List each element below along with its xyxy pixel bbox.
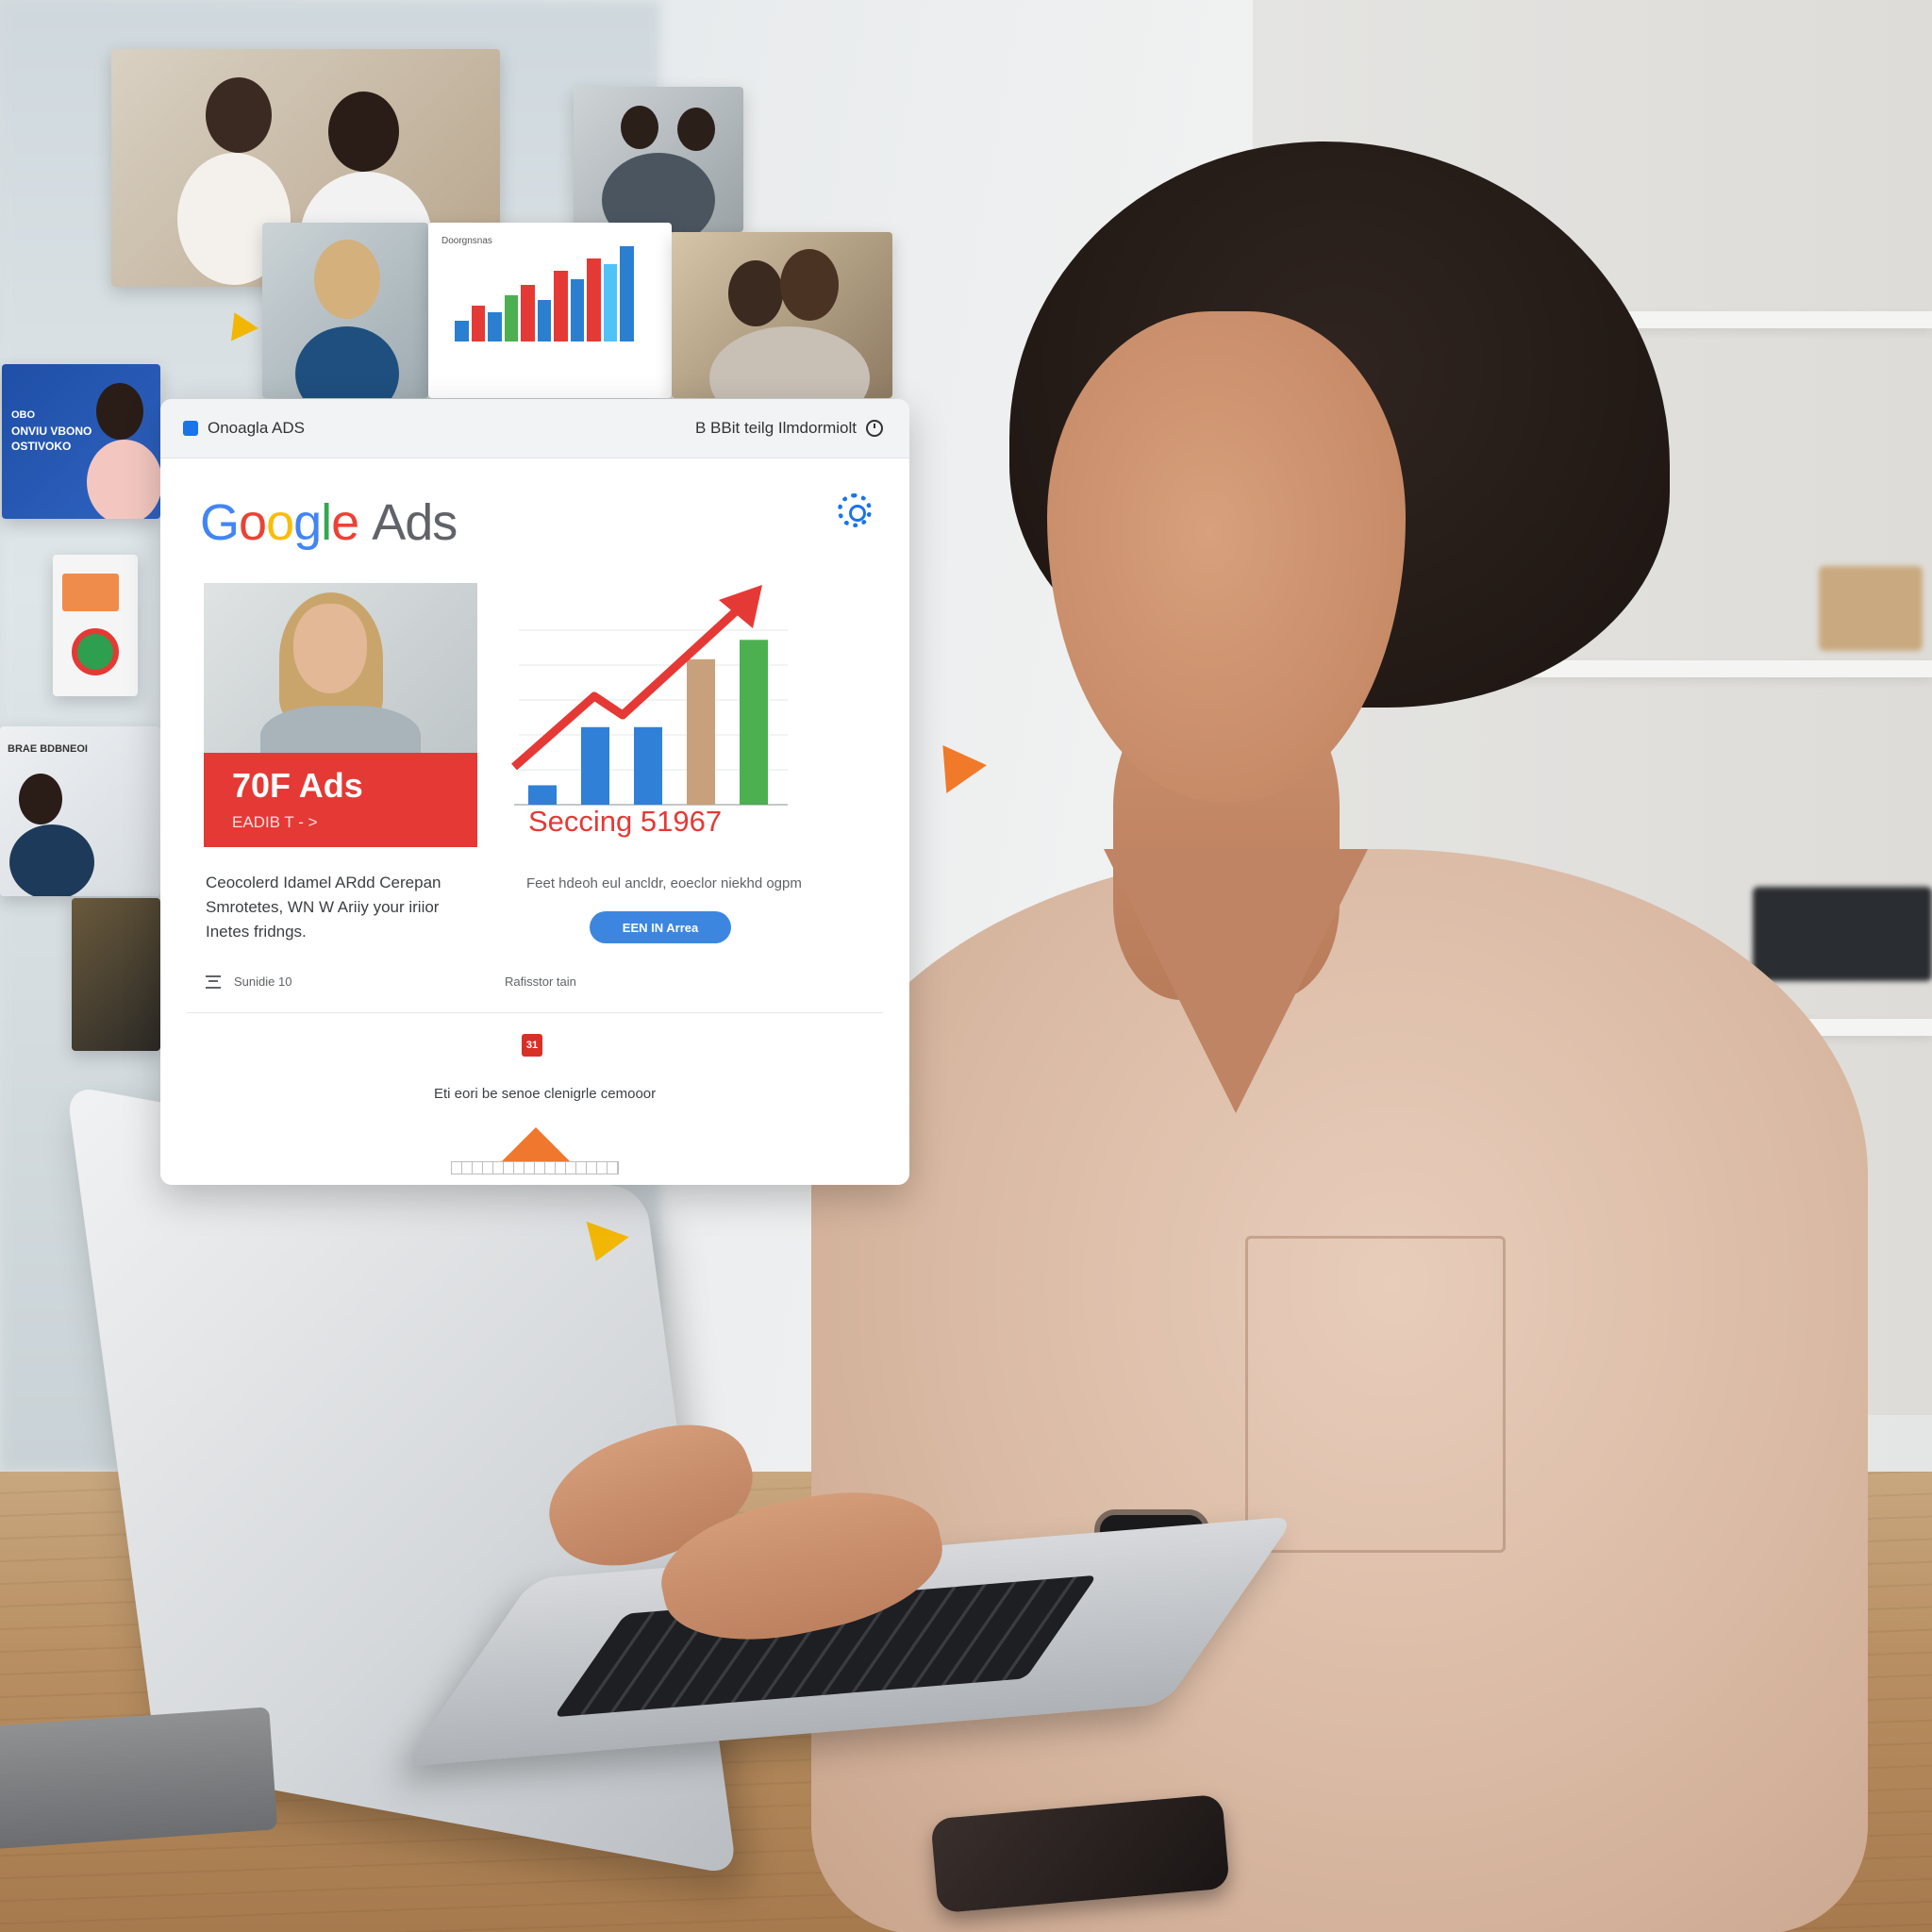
person-head bbox=[328, 92, 399, 172]
ad-banner: 70F Ads EADIB T - > bbox=[204, 753, 477, 847]
window-status-text: B BBit teilg Ilmdormiolt bbox=[695, 419, 857, 437]
mini-bar-chart bbox=[455, 238, 635, 341]
logo-letter: o bbox=[239, 494, 267, 551]
notebook bbox=[0, 1707, 278, 1850]
photo-tile-friends bbox=[672, 232, 892, 398]
person-head bbox=[728, 260, 783, 326]
google-ads-window[interactable]: Onoagla ADS B BBit teilg Ilmdormiolt Goo… bbox=[160, 399, 909, 1185]
timeline-ruler bbox=[451, 1161, 619, 1174]
growth-chart-svg bbox=[511, 585, 788, 806]
ad-subline: EADIB T - > bbox=[232, 813, 318, 831]
logo-letter: G bbox=[200, 494, 240, 551]
footer-middle-label[interactable]: Rafisstor tain bbox=[505, 974, 576, 989]
mini-bar bbox=[455, 321, 469, 341]
person-head bbox=[780, 249, 839, 321]
promo-tile-text: ONVIU VBONO bbox=[11, 425, 92, 438]
mini-bar bbox=[471, 305, 486, 341]
mini-bar bbox=[554, 271, 568, 341]
mini-bar bbox=[504, 294, 519, 341]
logo-letter: e bbox=[331, 494, 359, 551]
person-head bbox=[96, 383, 143, 440]
ads-favicon-icon bbox=[183, 421, 198, 436]
person-neckline bbox=[1104, 849, 1368, 1113]
logo-letter: o bbox=[266, 494, 294, 551]
report-bar bbox=[62, 574, 119, 611]
mini-bar bbox=[570, 279, 585, 341]
mini-bar bbox=[587, 258, 601, 341]
growth-chart bbox=[509, 574, 792, 819]
logo-ads-word: Ads bbox=[372, 494, 458, 551]
person-body bbox=[709, 326, 870, 398]
photo-tile-woman bbox=[262, 223, 428, 398]
performance-title: Seccing 51967 bbox=[528, 805, 723, 838]
calendar-icon[interactable]: 31 bbox=[522, 1034, 542, 1057]
logo-letter: l bbox=[321, 494, 332, 551]
person-head bbox=[677, 108, 715, 151]
footer-left[interactable]: Sunidie 10 bbox=[206, 974, 291, 989]
mini-bar bbox=[521, 284, 535, 341]
footer-note: Eti eori be senoe clenigrle cemooor bbox=[434, 1086, 657, 1102]
person-head bbox=[206, 77, 272, 153]
window-titlebar[interactable]: Onoagla ADS B BBit teilg Ilmdormiolt bbox=[160, 399, 909, 458]
chart-tile: Doorgnsnas bbox=[428, 223, 672, 398]
divider bbox=[187, 1012, 883, 1013]
promo-tile-text: OBO bbox=[11, 409, 36, 421]
chart-bar bbox=[634, 726, 662, 805]
ad-headline: 70F Ads bbox=[232, 766, 363, 805]
ad-photo bbox=[204, 583, 477, 753]
promo-tile-text: OSTIVOKO bbox=[11, 440, 72, 453]
chart-bar bbox=[528, 785, 557, 805]
warning-triangle-icon bbox=[502, 1127, 570, 1161]
donut-chart bbox=[72, 628, 119, 675]
footer-left-label: Sunidie 10 bbox=[234, 974, 292, 989]
description-right: Feet hdeoh eul ancldr, eoeclor niekhd og… bbox=[526, 875, 802, 891]
google-ads-logo: Google Ads bbox=[200, 493, 458, 552]
shirt-pocket bbox=[1245, 1236, 1506, 1553]
cta-button[interactable]: EEN IN Arrea bbox=[590, 911, 731, 943]
filter-icon[interactable] bbox=[206, 974, 221, 989]
person-body bbox=[87, 440, 160, 519]
chart-bar bbox=[740, 640, 768, 805]
person-body bbox=[295, 326, 399, 398]
person-head bbox=[314, 240, 380, 319]
shelf-box bbox=[1819, 566, 1923, 651]
clock-icon[interactable] bbox=[866, 420, 883, 437]
mini-bar bbox=[488, 312, 502, 341]
settings-gear-icon[interactable] bbox=[838, 493, 872, 527]
photo-tile-plant bbox=[72, 898, 160, 1051]
promo-tile: OBO ONVIU VBONO OSTIVOKO bbox=[2, 364, 160, 519]
person-body bbox=[9, 824, 94, 896]
chart-bar bbox=[581, 726, 609, 805]
window-title: Onoagla ADS bbox=[208, 419, 306, 437]
description-left: Ceocolerd Idamel ARdd Cerepan Smrotetes,… bbox=[206, 874, 441, 941]
logo-letter: g bbox=[293, 494, 322, 551]
mini-bar bbox=[537, 300, 552, 341]
small-tile-text: BRAE BDBNEOI bbox=[8, 743, 88, 755]
ad-preview-card[interactable]: 70F Ads EADIB T - > bbox=[204, 583, 477, 847]
report-tile bbox=[53, 555, 138, 696]
photo-tile-laptop: BRAE BDBNEOI bbox=[0, 726, 160, 896]
mini-bar bbox=[603, 263, 618, 341]
chart-bar bbox=[687, 658, 715, 805]
person-head bbox=[621, 106, 658, 149]
shelf-books bbox=[1753, 887, 1932, 981]
person-head bbox=[19, 774, 62, 824]
person-face bbox=[293, 604, 367, 693]
mini-bar bbox=[620, 245, 635, 341]
person-body bbox=[260, 706, 421, 753]
photo-tile-couple bbox=[574, 87, 743, 232]
person-body bbox=[602, 153, 715, 232]
